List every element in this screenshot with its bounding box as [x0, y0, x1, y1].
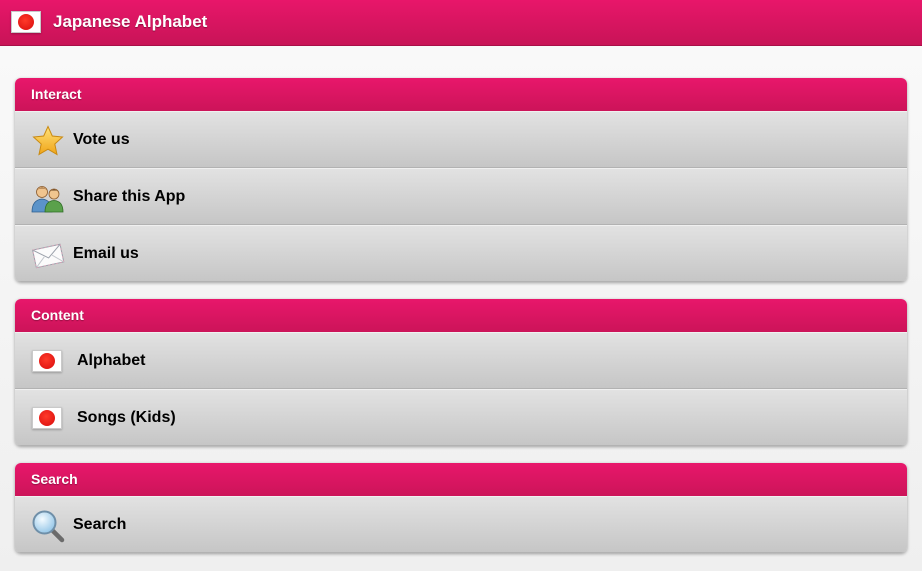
share-app-label: Share this App — [73, 188, 186, 205]
star-icon — [31, 124, 65, 158]
section-interact: Interact Vote us Share this App Email us — [15, 78, 907, 282]
japan-flag-icon — [32, 407, 62, 429]
japan-flag-icon — [11, 11, 41, 33]
email-us-item[interactable]: Email us — [15, 225, 907, 282]
app-header: Japanese Alphabet — [0, 0, 922, 46]
search-label: Search — [73, 516, 127, 533]
vote-us-item[interactable]: Vote us — [15, 111, 907, 168]
search-item[interactable]: Search — [15, 496, 907, 553]
songs-kids-label: Songs (Kids) — [77, 409, 176, 426]
section-header-content: Content — [15, 299, 907, 332]
magnifier-icon — [31, 509, 65, 543]
users-icon — [31, 181, 65, 215]
songs-kids-item[interactable]: Songs (Kids) — [15, 389, 907, 446]
section-header-interact: Interact — [15, 78, 907, 111]
alphabet-label: Alphabet — [77, 352, 146, 369]
vote-us-label: Vote us — [73, 131, 130, 148]
app-title: Japanese Alphabet — [53, 12, 208, 31]
section-search: Search Search — [15, 463, 907, 553]
alphabet-item[interactable]: Alphabet — [15, 332, 907, 389]
envelope-icon — [31, 238, 65, 272]
email-us-label: Email us — [73, 245, 139, 262]
japan-flag-icon — [32, 350, 62, 372]
section-header-search: Search — [15, 463, 907, 496]
section-content: Content Alphabet Songs (Kids) — [15, 299, 907, 446]
share-app-item[interactable]: Share this App — [15, 168, 907, 225]
